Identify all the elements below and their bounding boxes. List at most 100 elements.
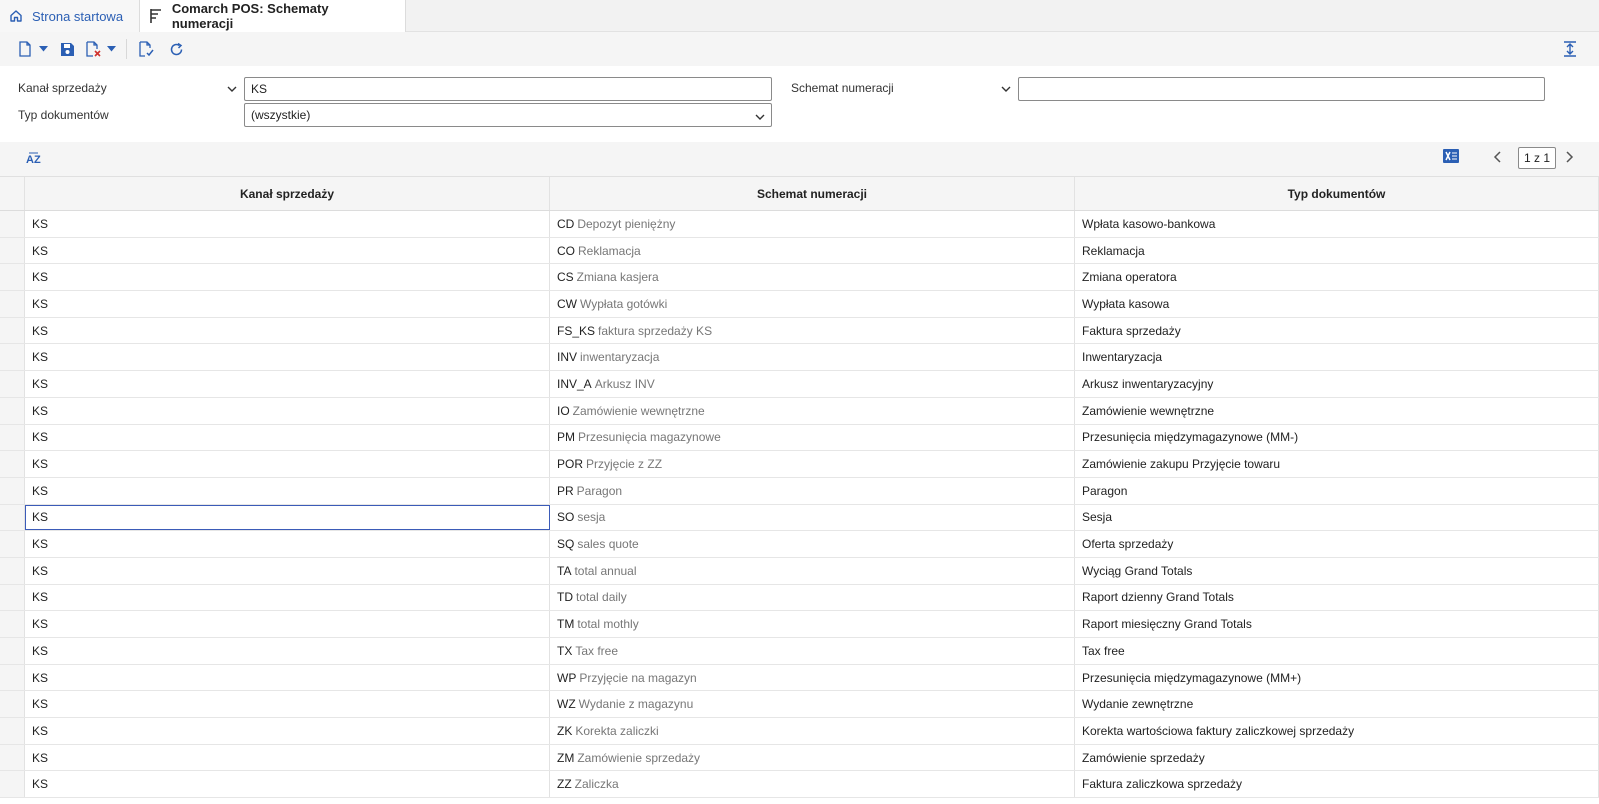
cell-scheme[interactable]: ZM Zamówienie sprzedaży [550,744,1075,771]
table-row[interactable]: KS CD Depozyt pieniężny Wpłata kasowo-banko… [0,211,1599,238]
row-selector[interactable] [0,477,25,504]
row-selector[interactable] [0,744,25,771]
row-selector[interactable] [0,264,25,291]
table-row[interactable]: KS ZZ Zaliczka Faktura zaliczkowa sprzedaży [0,771,1599,799]
column-header-doc-type[interactable]: Typ dokumentów [1075,177,1599,210]
cell-channel[interactable]: KS [25,504,550,531]
cell-doc-type[interactable]: Arkusz inwentaryzacyjny [1075,371,1599,397]
cell-scheme[interactable]: PM Przesunięcia magazynowe [550,424,1075,451]
refresh-button[interactable] [165,38,187,60]
scheme-filter-toggle[interactable] [999,82,1013,96]
table-row[interactable]: KS TD total daily Raport dzienny Grand Tota… [0,584,1599,612]
table-row[interactable]: KS WP Przyjęcie na magazyn Przesunięcia mię… [0,664,1599,692]
cell-scheme[interactable]: CW Wypłata gotówki [550,291,1075,317]
cell-doc-type[interactable]: Tax free [1075,638,1599,664]
cell-scheme[interactable]: SO sesja [550,504,1075,531]
cell-doc-type[interactable]: Zmiana operatora [1075,264,1599,291]
cell-scheme[interactable]: TA total annual [550,557,1075,584]
cell-doc-type[interactable]: Zamówienie sprzedaży [1075,744,1599,771]
doc-type-select[interactable]: (wszystkie) [244,103,772,127]
cell-channel[interactable]: KS [25,638,550,664]
row-selector[interactable] [0,291,25,317]
cell-scheme[interactable]: POR Przyjęcie z ZZ [550,451,1075,477]
table-row[interactable]: KS TA total annual Wyciąg Grand Totals [0,557,1599,585]
column-header-channel[interactable]: Kanał sprzedaży [25,177,550,210]
cell-doc-type[interactable]: Wyciąg Grand Totals [1075,557,1599,584]
cell-scheme[interactable]: CD Depozyt pieniężny [550,211,1075,237]
cell-scheme[interactable]: TX Tax free [550,638,1075,664]
row-selector[interactable] [0,718,25,744]
row-selector[interactable] [0,237,25,264]
save-button[interactable] [56,38,78,60]
row-selector[interactable] [0,771,25,798]
table-row[interactable]: KS ZM Zamówienie sprzedaży Zamówienie sprze… [0,744,1599,772]
cell-doc-type[interactable]: Inwentaryzacja [1075,344,1599,371]
cell-channel[interactable]: KS [25,691,550,718]
next-page-button[interactable] [1566,151,1574,166]
row-selector[interactable] [0,211,25,237]
cell-channel[interactable]: KS [25,397,550,424]
row-selector-header[interactable] [0,177,25,210]
table-row[interactable]: KS INV_A Arkusz INV Arkusz inwentaryzacyjny [0,371,1599,398]
row-selector[interactable] [0,557,25,584]
row-selector[interactable] [0,584,25,611]
cell-scheme[interactable]: IO Zamówienie wewnętrzne [550,397,1075,424]
cell-channel[interactable]: KS [25,451,550,477]
table-row[interactable]: KS SO sesja Sesja [0,504,1599,532]
row-selector[interactable] [0,638,25,664]
row-selector[interactable] [0,317,25,344]
table-row[interactable]: KS INV inwentaryzacja Inwentaryzacja [0,344,1599,372]
table-row[interactable]: KS FS_KS faktura sprzedaży KS Faktura sprze… [0,317,1599,345]
cell-channel[interactable]: KS [25,771,550,798]
cell-scheme[interactable]: TM total mothly [550,611,1075,637]
table-row[interactable]: KS POR Przyjęcie z ZZ Zamówienie zakupu Prz… [0,451,1599,478]
row-selector[interactable] [0,424,25,451]
scheme-filter-input[interactable] [1018,77,1545,101]
tab-home[interactable]: Strona startowa [0,0,140,32]
cell-doc-type[interactable]: Wypłata kasowa [1075,291,1599,317]
cell-scheme[interactable]: INV_A Arkusz INV [550,371,1075,397]
sort-az-button[interactable]: AZ [24,148,46,170]
row-selector[interactable] [0,664,25,691]
cell-channel[interactable]: KS [25,744,550,771]
cell-doc-type[interactable]: Reklamacja [1075,237,1599,264]
cell-channel[interactable]: KS [25,664,550,691]
cell-doc-type[interactable]: Oferta sprzedaży [1075,531,1599,557]
cell-scheme[interactable]: ZZ Zaliczka [550,771,1075,798]
cell-doc-type[interactable]: Zamówienie wewnętrzne [1075,397,1599,424]
cell-scheme[interactable]: WP Przyjęcie na magazyn [550,664,1075,691]
table-row[interactable]: KS SQ sales quote Oferta sprzedaży [0,531,1599,558]
cell-scheme[interactable]: FS_KS faktura sprzedaży KS [550,317,1075,344]
new-document-button[interactable] [14,38,36,60]
row-selector[interactable] [0,531,25,557]
column-header-scheme[interactable]: Schemat numeracji [550,177,1075,210]
cell-channel[interactable]: KS [25,531,550,557]
table-row[interactable]: KS PR Paragon Paragon [0,477,1599,505]
cell-channel[interactable]: KS [25,264,550,291]
excel-export-button[interactable] [1443,149,1459,166]
cell-doc-type[interactable]: Wpłata kasowo-bankowa [1075,211,1599,237]
cell-scheme[interactable]: CS Zmiana kasjera [550,264,1075,291]
cell-doc-type[interactable]: Zamówienie zakupu Przyjęcie towaru [1075,451,1599,477]
validate-button[interactable] [135,38,157,60]
cell-doc-type[interactable]: Raport dzienny Grand Totals [1075,584,1599,611]
row-selector[interactable] [0,344,25,371]
row-selector[interactable] [0,691,25,718]
cell-channel[interactable]: KS [25,584,550,611]
cell-scheme[interactable]: SQ sales quote [550,531,1075,557]
delete-dropdown[interactable] [104,38,118,60]
cell-doc-type[interactable]: Wydanie zewnętrzne [1075,691,1599,718]
row-selector[interactable] [0,397,25,424]
cell-channel[interactable]: KS [25,344,550,371]
cell-scheme[interactable]: INV inwentaryzacja [550,344,1075,371]
row-selector[interactable] [0,611,25,637]
cell-channel[interactable]: KS [25,291,550,317]
table-row[interactable]: KS PM Przesunięcia magazynowe Przesunięcia … [0,424,1599,452]
row-selector[interactable] [0,504,25,531]
cell-channel[interactable]: KS [25,477,550,504]
cell-channel[interactable]: KS [25,237,550,264]
cell-channel[interactable]: KS [25,557,550,584]
cell-scheme[interactable]: ZK Korekta zaliczki [550,718,1075,744]
cell-channel[interactable]: KS [25,611,550,637]
cell-doc-type[interactable]: Faktura sprzedaży [1075,317,1599,344]
